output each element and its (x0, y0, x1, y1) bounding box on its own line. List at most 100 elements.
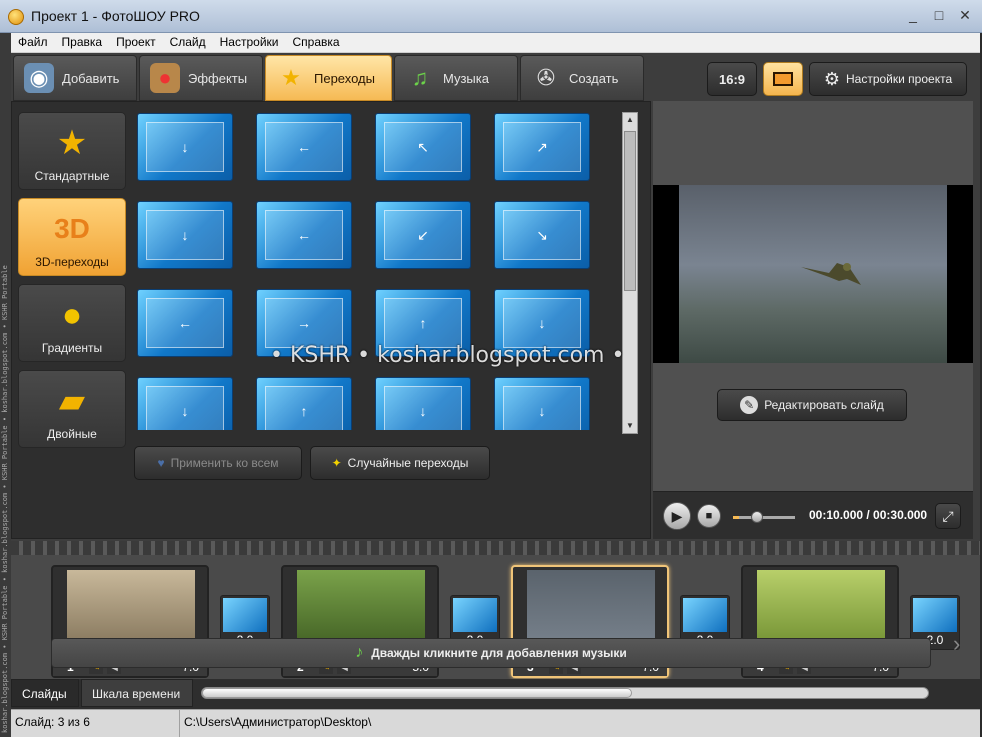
preview-video (653, 185, 973, 363)
seek-handle[interactable] (751, 511, 764, 523)
tab-slides[interactable]: Слайды (11, 679, 79, 707)
apply-all-button[interactable]: ♥ Применить ко всем (134, 446, 302, 480)
stop-button[interactable]: ■ (697, 504, 721, 528)
project-settings-button[interactable]: ⚙ Настройки проекта (809, 62, 967, 96)
transition-thumb[interactable]: ↑ (257, 378, 351, 430)
watermark-sideband: koshar.blogspot.com • KSHR Portable • ko… (0, 33, 11, 737)
transition-grid: ↓ ← ↖ ↗ ↓ ← ↙ ↘ ← → ↑ ↓ ↓ ↑ ↓ ↓ (136, 112, 616, 430)
minimize-button[interactable]: _ (902, 6, 924, 24)
close-button[interactable]: ✕ (954, 6, 976, 24)
edit-slide-button[interactable]: ✎ Редактировать слайд (717, 389, 907, 421)
project-settings-label: Настройки проекта (846, 72, 953, 86)
arrow-icon: ← (297, 227, 311, 243)
scroll-thumb[interactable] (624, 131, 636, 291)
status-slide-count: Слайд: 3 из 6 (15, 715, 90, 729)
tab-music[interactable]: ♫ Музыка (394, 55, 518, 101)
strip-scroll-thumb[interactable] (202, 688, 632, 698)
transition-thumb[interactable]: ↓ (138, 202, 232, 268)
transition-thumb[interactable]: ↓ (495, 290, 589, 356)
transition-thumb[interactable]: ↓ (138, 114, 232, 180)
scroll-up-icon[interactable]: ▲ (623, 113, 637, 127)
transition-thumb[interactable]: ↑ (376, 290, 470, 356)
tab-create[interactable]: ✇ Создать (520, 55, 644, 101)
tab-effects[interactable]: ● Эффекты (139, 55, 263, 101)
arrow-icon: ↓ (181, 139, 189, 155)
category-standard-label: Стандартные (34, 169, 110, 183)
transition-preview (223, 598, 267, 632)
transition-thumb[interactable]: ← (138, 290, 232, 356)
pencil-icon: ✎ (740, 396, 759, 414)
menu-help[interactable]: Справка (285, 33, 346, 52)
3d-icon: 3D (54, 213, 90, 244)
aspect-ratio-button[interactable]: 16:9 (707, 62, 757, 96)
film-perforation (11, 541, 980, 555)
bottom-tabs: Слайды Шкала времени (11, 679, 980, 709)
arrow-icon: ↘ (536, 226, 548, 243)
transition-thumb[interactable]: ↙ (376, 202, 470, 268)
fit-image-button[interactable] (763, 62, 803, 96)
maximize-button[interactable]: □ (928, 6, 950, 24)
bird-image (801, 263, 861, 285)
fullscreen-icon: ⤢ (942, 507, 954, 524)
music-track[interactable]: ♪ Дважды кликните для добавления музыки (51, 638, 931, 668)
seek-slider[interactable] (733, 511, 795, 523)
arrow-icon: ↙ (417, 226, 429, 243)
star-icon: ★ (56, 124, 88, 162)
transition-thumb[interactable]: → (257, 290, 351, 356)
transition-preview (453, 598, 497, 632)
arrow-icon: ↗ (536, 138, 548, 155)
camera-icon: ◉ (24, 63, 54, 93)
gradient-icon: ● (61, 296, 83, 334)
preview-pane: ✎ Редактировать слайд (653, 101, 973, 491)
tab-music-label: Музыка (443, 70, 489, 86)
transition-thumb[interactable]: ↗ (495, 114, 589, 180)
menu-file[interactable]: Файл (11, 33, 55, 52)
player-controls: ▶ ■ 00:10.000 / 00:30.000 ⤢ (653, 491, 973, 539)
menu-settings[interactable]: Настройки (213, 33, 286, 52)
transition-thumb[interactable]: ↓ (495, 378, 589, 430)
tab-timeline[interactable]: Шкала времени (81, 679, 193, 707)
title-bar: Проект 1 - ФотоШОУ PRO _ □ ✕ (0, 0, 982, 33)
transition-preview (683, 598, 727, 632)
random-transitions-button[interactable]: ✦ Случайные переходы (310, 446, 490, 480)
category-double[interactable]: ▰ Двойные (18, 370, 126, 448)
magic-wand-icon: ✦ (331, 456, 342, 470)
arrow-icon: ↓ (419, 403, 427, 419)
fullscreen-button[interactable]: ⤢ (935, 503, 961, 529)
category-double-label: Двойные (47, 427, 97, 441)
main-tabs: ◉ Добавить ● Эффекты ★ Переходы ♫ Музыка… (11, 53, 651, 101)
music-note-icon: ♫ (411, 65, 429, 90)
menu-bar: Файл Правка Проект Слайд Настройки Справ… (11, 33, 980, 53)
strip-scrollbar[interactable] (201, 687, 929, 699)
transition-scrollbar[interactable]: ▲ ▼ (622, 112, 638, 434)
sideband-text: koshar.blogspot.com • KSHR Portable • ko… (1, 265, 9, 733)
music-hint-label: Дважды кликните для добавления музыки (371, 646, 627, 660)
arrow-icon: ↓ (538, 403, 546, 419)
tab-transitions[interactable]: ★ Переходы (265, 55, 392, 101)
menu-edit[interactable]: Правка (55, 33, 110, 52)
scroll-down-icon[interactable]: ▼ (623, 419, 637, 433)
arrow-icon: ↑ (300, 403, 308, 419)
tab-add[interactable]: ◉ Добавить (13, 55, 137, 101)
transitions-panel: ★ Стандартные 3D 3D-переходы ● Градиенты… (11, 101, 651, 539)
transition-thumb[interactable]: ↖ (376, 114, 470, 180)
apply-all-label: Применить ко всем (170, 456, 279, 470)
preview-image (679, 185, 947, 363)
menu-slide[interactable]: Слайд (163, 33, 213, 52)
strip-next-icon[interactable]: › (953, 631, 960, 657)
tab-effects-label: Эффекты (188, 70, 248, 86)
gear-icon: ⚙ (823, 68, 840, 89)
category-gradients[interactable]: ● Градиенты (18, 284, 126, 362)
palette-icon: ● (150, 63, 180, 93)
play-button[interactable]: ▶ (663, 502, 691, 530)
category-3d[interactable]: 3D 3D-переходы (18, 198, 126, 276)
transition-thumb[interactable]: ↓ (376, 378, 470, 430)
transition-thumb[interactable]: ← (257, 202, 351, 268)
main-area: ◉ Добавить ● Эффекты ★ Переходы ♫ Музыка… (11, 53, 980, 737)
transition-thumb[interactable]: ↘ (495, 202, 589, 268)
menu-project[interactable]: Проект (109, 33, 163, 52)
arrow-icon: ↓ (181, 227, 189, 243)
transition-thumb[interactable]: ← (257, 114, 351, 180)
category-standard[interactable]: ★ Стандартные (18, 112, 126, 190)
transition-thumb[interactable]: ↓ (138, 378, 232, 430)
